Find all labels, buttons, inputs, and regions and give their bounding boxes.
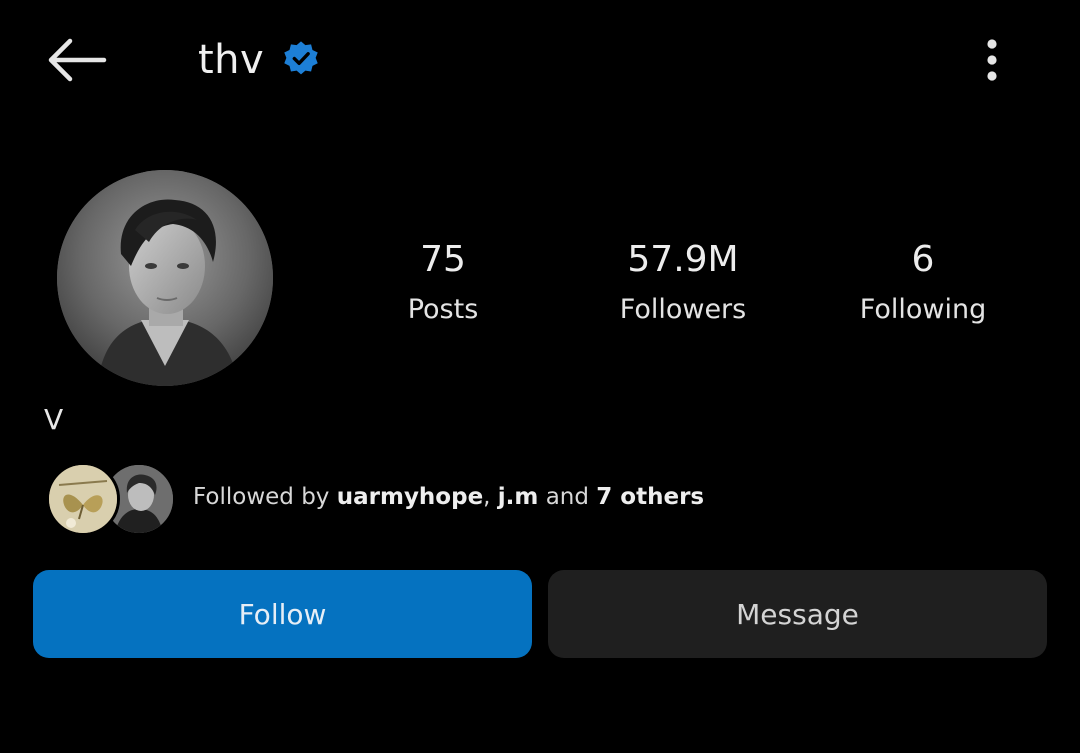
follower-avatar-uarmyhope[interactable] [46, 462, 120, 536]
butterfly-artwork-image [49, 465, 117, 533]
more-vertical-icon [987, 39, 997, 81]
arrow-left-icon [48, 38, 107, 82]
followed-by-text: Followed by uarmyhope, j.m and 7 others [193, 480, 704, 514]
followed-by-user-1[interactable]: uarmyhope [337, 484, 483, 510]
profile-display-name: V [44, 403, 64, 436]
more-options-button[interactable] [966, 30, 1018, 90]
profile-avatar[interactable] [57, 170, 273, 386]
follow-button[interactable]: Follow [33, 570, 532, 658]
profile-photo [57, 170, 273, 386]
posts-count: 75 [420, 239, 466, 280]
following-label: Following [859, 294, 987, 325]
back-button[interactable] [40, 30, 112, 90]
followers-count: 57.9M [627, 239, 739, 280]
following-count: 6 [911, 239, 935, 280]
message-button[interactable]: Message [548, 570, 1047, 658]
followed-by-row[interactable]: Followed by uarmyhope, j.m and 7 others [46, 462, 1046, 536]
followed-by-user-2[interactable]: j.m [498, 484, 539, 510]
following-stat[interactable]: 6 Following [803, 232, 1043, 332]
profile-username: thv [198, 37, 265, 83]
followed-by-separator: , [483, 484, 491, 510]
followed-by-prefix: Followed by [193, 484, 330, 510]
followers-stat[interactable]: 57.9M Followers [563, 232, 803, 332]
posts-stat[interactable]: 75 Posts [323, 232, 563, 332]
top-bar: thv [0, 0, 1080, 120]
followed-by-others[interactable]: 7 others [596, 484, 704, 510]
followed-by-conjunction: and [545, 484, 589, 510]
verified-badge-icon [284, 41, 318, 75]
followers-label: Followers [619, 294, 747, 325]
posts-label: Posts [407, 294, 479, 325]
